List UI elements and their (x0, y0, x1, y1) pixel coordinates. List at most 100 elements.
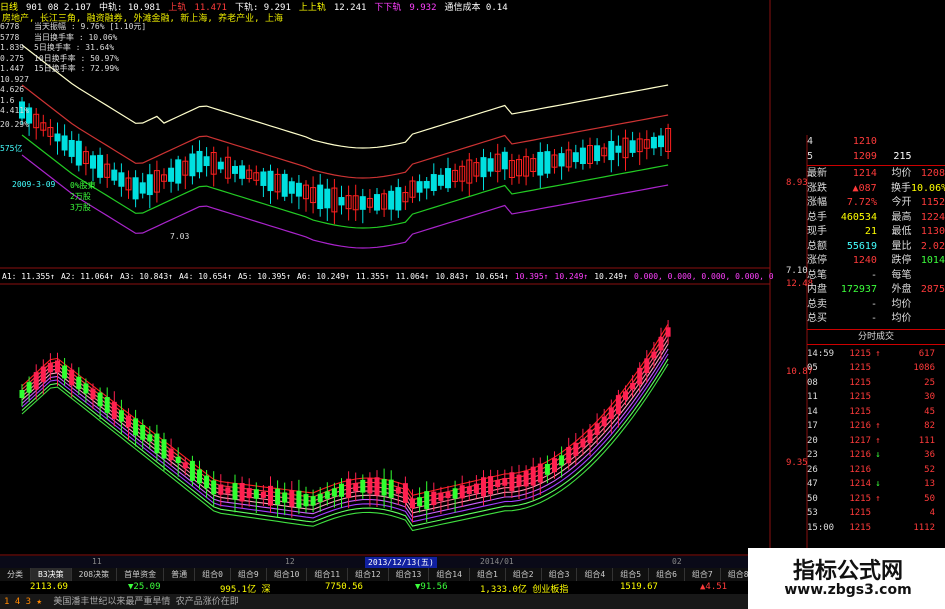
price-axis-low: 9.35 (786, 458, 808, 468)
stat-value: 6778 (0, 22, 20, 31)
tab-17[interactable]: 组合6 (649, 568, 685, 581)
date-month-2014-01: 2014/01 (480, 557, 514, 566)
candle-body (118, 172, 125, 187)
sub-candle-body (594, 423, 600, 435)
candle-body (75, 140, 82, 166)
quote-row: 涨跌 ▲087 换手 10.06% (807, 182, 945, 197)
tab-1[interactable]: B3决策 (31, 568, 72, 581)
tab-11[interactable]: 组合14 (429, 568, 470, 581)
date-cursor[interactable]: 2013/12/13(五) (365, 557, 437, 568)
tab-5[interactable]: 组合0 (195, 568, 231, 581)
tab-18[interactable]: 组合7 (685, 568, 721, 581)
trade-time: 50 (807, 493, 818, 504)
trade-row: 05 1215 1086 (807, 361, 945, 376)
trade-direction: ↑ (875, 435, 881, 446)
sub-candle-body (431, 491, 437, 506)
quote-c2: 460534 (840, 211, 877, 223)
sub-candle-body (310, 496, 316, 506)
quote-c3: 外盘 (891, 284, 912, 295)
candle-body (579, 147, 586, 165)
trade-volume: 52 (924, 464, 935, 475)
tab-7[interactable]: 组合10 (267, 568, 308, 581)
candle-body (260, 171, 267, 186)
sub-candle-body (381, 479, 387, 496)
candle-body (132, 177, 139, 200)
candle-body (650, 136, 657, 149)
sub-indicator-chart[interactable] (19, 320, 671, 532)
quote-c4 (911, 269, 945, 284)
legend-item: A1: 11.355↑ (2, 272, 55, 281)
tab-6[interactable]: 组合9 (231, 568, 267, 581)
sub-candle-body (367, 478, 373, 494)
candle-body (629, 140, 636, 153)
tab-13[interactable]: 组合2 (506, 568, 542, 581)
sub-candle-body (225, 487, 231, 494)
sub-candle-body (445, 492, 451, 499)
candle-body (338, 197, 345, 206)
stat-value: 0.275 (0, 53, 25, 63)
sub-candle-body (275, 488, 281, 505)
panel-divider (807, 165, 945, 166)
sub-candle-body (537, 463, 543, 483)
tab-14[interactable]: 组合3 (542, 568, 578, 581)
date-month-12: 12 (285, 557, 295, 566)
trade-price: 1215 (849, 363, 871, 373)
trade-price: 1215 (849, 348, 871, 359)
sub-candle-body (317, 493, 323, 503)
candle-body (537, 151, 544, 176)
sub-candle-body (658, 336, 664, 351)
tab-4[interactable]: 普通 (164, 568, 196, 581)
candle-body (324, 188, 331, 209)
trade-price: 1217 (849, 435, 871, 446)
trade-direction: ↓ (875, 479, 881, 489)
quote-c1: 最新 (807, 168, 827, 179)
candle-body (175, 159, 182, 184)
tab-19[interactable]: 组合8 (721, 568, 750, 581)
legend-item: 10.843↑ (435, 272, 470, 281)
trade-row: 26 1216 52 (807, 463, 945, 478)
candle-body (111, 169, 118, 181)
legend-item: A3: 10.843↑ (119, 272, 173, 281)
quote-row: 5 1209 215 (807, 150, 945, 165)
trade-volume: 36 (924, 450, 935, 460)
trade-price: 1214 (849, 479, 871, 489)
sub-candle-body (388, 479, 394, 498)
quote-c3: 均价 (891, 313, 912, 324)
main-kline-chart[interactable] (19, 44, 672, 249)
tab-12[interactable]: 组合1 (470, 568, 506, 581)
header-item: 通信成本 0.14 (444, 3, 508, 12)
sub-candle-body (466, 486, 472, 495)
trade-volume: 82 (924, 421, 935, 431)
tab-10[interactable]: 组合13 (389, 568, 430, 581)
trade-row: 23 1216 ↓ 36 (807, 448, 945, 463)
quote-c3: 均价 (891, 168, 912, 179)
sub-candle-body (530, 466, 536, 486)
sub-candle-body (168, 448, 174, 461)
trade-volume: 1086 (913, 363, 935, 373)
sub-candle-body (289, 490, 295, 507)
tab-8[interactable]: 组合11 (307, 568, 349, 581)
tab-9[interactable]: 组合12 (348, 568, 389, 581)
trades-header[interactable]: 分时成交 (807, 328, 945, 345)
tab-0[interactable]: 分类 (0, 568, 31, 581)
quote-row: 总卖 - 均价 (807, 298, 945, 313)
candle-body (239, 165, 246, 179)
trade-volume: 111 (918, 435, 935, 446)
quote-c4: 10.06% (911, 182, 945, 194)
tab-3[interactable]: 首单资金 (117, 568, 165, 581)
trade-time: 14:59 (807, 348, 835, 359)
candle-body (437, 174, 444, 186)
sub-candle-body (204, 475, 210, 489)
tab-16[interactable]: 组合5 (613, 568, 650, 581)
sub-candle-body (438, 492, 444, 501)
tab-15[interactable]: 组合4 (577, 568, 614, 581)
tab-2[interactable]: 208决策 (72, 568, 118, 581)
sub-candle-body (402, 483, 408, 503)
trade-row: 14:59 1215 ↑ 617 (807, 347, 945, 362)
chart-canvas (0, 0, 945, 556)
trade-time: 05 (807, 363, 818, 373)
sub-candle-body (175, 456, 181, 463)
ma-ribbon-line (21, 353, 669, 523)
quote-c2: 1214 (852, 168, 877, 179)
stats-values: 6778 5778 1.839 0.275 1.447 10.927 4.626 1.6 4.4… (0, 22, 29, 117)
